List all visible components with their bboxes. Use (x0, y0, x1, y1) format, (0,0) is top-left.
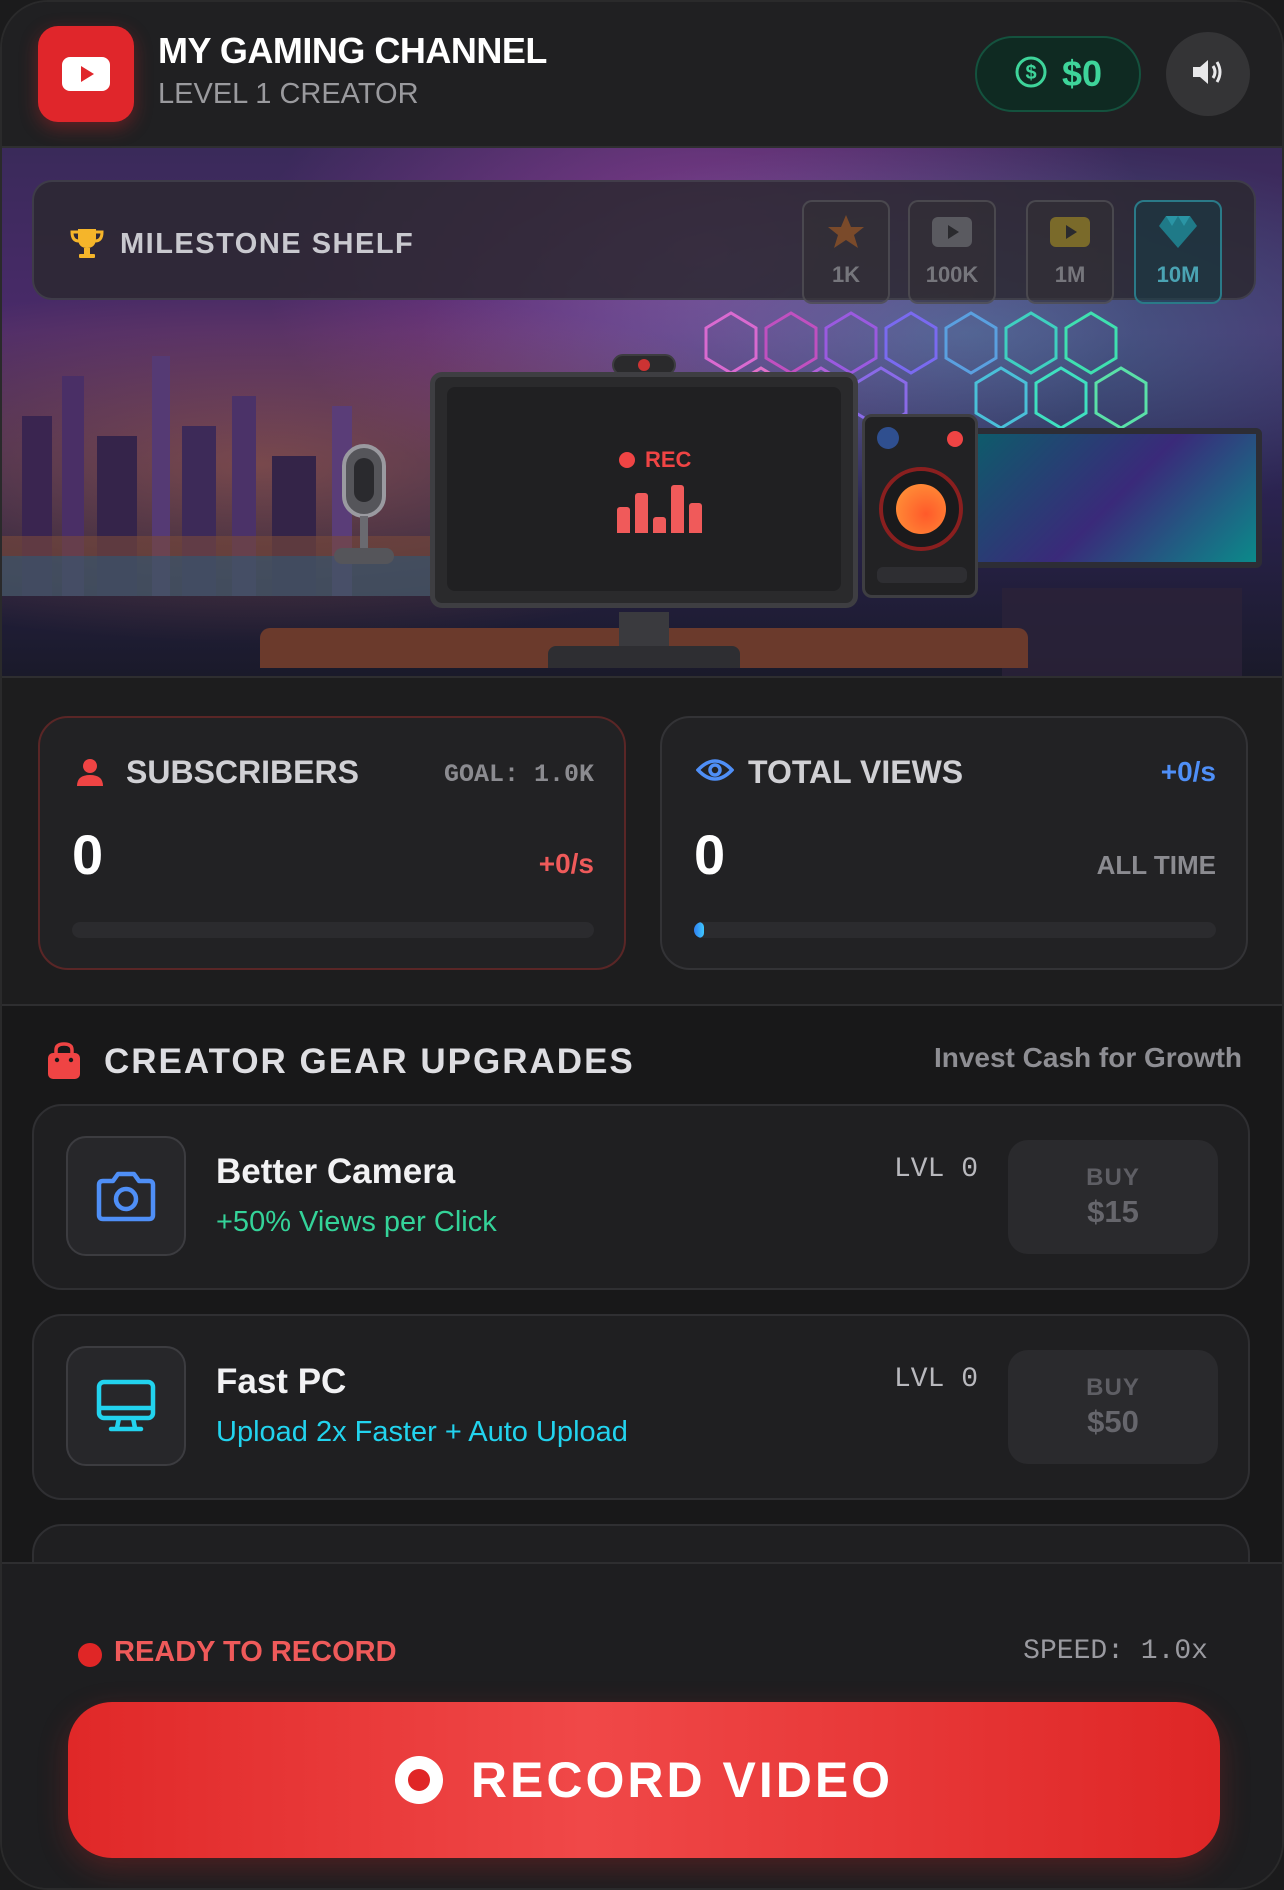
record-status: READY TO RECORD (78, 1636, 397, 1669)
play-plaque-silver-icon (932, 212, 972, 252)
shopping-bag-icon (46, 1042, 82, 1085)
milestone-label: 1K (831, 262, 861, 287)
milestone-label: 100K (925, 262, 979, 287)
sound-toggle-button[interactable] (1166, 32, 1250, 116)
views-progress-fill (694, 922, 705, 938)
upgrade-name: Fast PC (216, 1362, 347, 1401)
subscriber-goal: GOAL: 1.0K (443, 760, 594, 789)
monitor-stand (619, 612, 669, 648)
eye-icon (695, 756, 735, 789)
speaker-icon (862, 414, 978, 598)
milestone-label: 10M (1156, 262, 1200, 287)
upgrade-description: +50% Views per Click (216, 1206, 497, 1238)
record-video-label: RECORD VIDEO (470, 1752, 894, 1808)
upgrade-item-pc: Fast PC Upload 2x Faster + Auto Upload L… (32, 1314, 1250, 1500)
milestone-badge-1m: 1M (1026, 200, 1114, 304)
milestone-shelf-title: MILESTONE SHELF (120, 228, 415, 260)
camera-icon (66, 1136, 186, 1256)
record-icon (394, 1756, 443, 1804)
upgrade-item-partial[interactable] (32, 1524, 1250, 1562)
play-plaque-gold-icon (1050, 212, 1090, 252)
upgrades-subtitle: Invest Cash for Growth (933, 1042, 1242, 1073)
record-footer: READY TO RECORD SPEED: 1.0x RECORD VIDEO (2, 1562, 1282, 1888)
studio-scene: MILESTONE SHELF 1K 100K 1M 10M REC (2, 148, 1282, 676)
upgrade-description: Upload 2x Faster + Auto Upload (216, 1416, 628, 1448)
microphone-icon (334, 444, 394, 564)
subscriber-progress-bar (72, 922, 594, 938)
svg-text:$: $ (1025, 62, 1036, 84)
upgrade-level: LVL 0 (894, 1364, 979, 1395)
buy-label: BUY (1086, 1164, 1140, 1191)
milestone-badge-100k: 100K (908, 200, 996, 304)
record-video-button[interactable]: RECORD VIDEO (68, 1702, 1220, 1858)
views-count: 0 (694, 823, 726, 886)
upgrade-level: LVL 0 (894, 1154, 979, 1185)
rec-indicator: REC (619, 447, 691, 473)
creator-level: LEVEL 1 CREATOR (158, 78, 419, 110)
youtube-logo-icon (38, 26, 134, 122)
milestone-label: 1M (1054, 262, 1086, 287)
trophy-icon (70, 226, 104, 265)
upgrade-item-camera: Better Camera +50% Views per Click LVL 0… (32, 1104, 1250, 1290)
speed-readout: SPEED: 1.0x (1023, 1636, 1208, 1667)
buy-label: BUY (1086, 1374, 1140, 1401)
subscriber-count: 0 (72, 823, 104, 886)
views-card: TOTAL VIEWS +0/s 0 ALL TIME (660, 716, 1248, 970)
status-dot-icon (78, 1642, 102, 1667)
buy-price: $50 (1087, 1404, 1139, 1439)
desk-right-decor (1002, 588, 1242, 676)
upgrades-title: CREATOR GEAR UPGRADES (104, 1042, 635, 1081)
upgrade-name: Better Camera (216, 1152, 456, 1191)
app-frame: MY GAMING CHANNEL LEVEL 1 CREATOR $ $0 M… (0, 0, 1284, 1890)
views-title: TOTAL VIEWS (748, 754, 964, 790)
recording-monitor: REC (430, 372, 858, 608)
subscriber-rate: +0/s (538, 848, 594, 879)
speaker-volume-icon (1190, 56, 1226, 93)
star-icon (826, 212, 866, 252)
monitor-icon (66, 1346, 186, 1466)
diamond-icon (1158, 212, 1198, 252)
rec-label: REC (645, 447, 692, 472)
milestone-badge-10m: 10M (1134, 200, 1222, 304)
record-status-label: READY TO RECORD (114, 1636, 397, 1668)
dollar-icon: $ (1014, 55, 1048, 94)
audio-level-icon (617, 483, 702, 533)
buy-camera-button[interactable]: BUY $15 (1008, 1140, 1218, 1254)
buy-pc-button[interactable]: BUY $50 (1008, 1350, 1218, 1464)
upgrades-section: CREATOR GEAR UPGRADES Invest Cash for Gr… (2, 1006, 1282, 1562)
stats-section: SUBSCRIBERS GOAL: 1.0K 0 +0/s TOTAL VIEW… (2, 676, 1282, 1006)
milestone-shelf: MILESTONE SHELF 1K 100K 1M 10M (32, 180, 1256, 304)
side-monitor-image (972, 428, 1262, 568)
milestone-badge-1k: 1K (802, 200, 890, 304)
channel-title: MY GAMING CHANNEL (158, 30, 547, 71)
cash-value: $0 (1061, 53, 1103, 94)
views-rate: +0/s (1160, 756, 1216, 787)
monitor-stand-base (548, 646, 740, 668)
buy-price: $15 (1087, 1194, 1139, 1229)
rec-dot-icon (619, 452, 635, 468)
views-period-label: ALL TIME (1096, 850, 1216, 880)
cash-balance: $ $0 (975, 36, 1141, 112)
user-icon (74, 756, 106, 793)
subscribers-title: SUBSCRIBERS (126, 754, 359, 790)
header: MY GAMING CHANNEL LEVEL 1 CREATOR $ $0 (2, 2, 1282, 148)
views-progress-bar (694, 922, 1216, 938)
subscribers-card: SUBSCRIBERS GOAL: 1.0K 0 +0/s (38, 716, 626, 970)
